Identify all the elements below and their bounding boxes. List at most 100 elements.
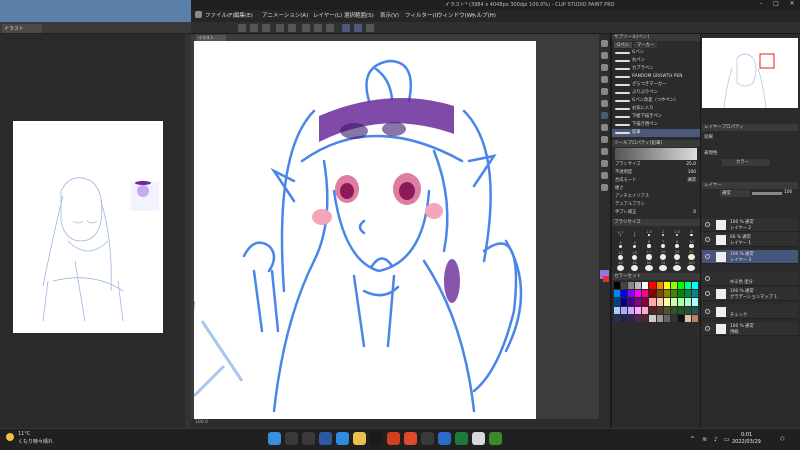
color-swatch[interactable] [677,314,684,322]
layer-opacity-slider[interactable] [752,192,782,195]
expression-color-select[interactable]: カラー [722,159,770,166]
color-swatch[interactable] [628,306,635,314]
color-swatch[interactable] [670,282,677,290]
color-swatch[interactable] [642,282,649,290]
clock-time[interactable]: 0:01 [741,432,752,438]
settings-icon[interactable] [421,432,434,445]
brush-item[interactable]: 下絵下描きペン [612,113,700,121]
color-swatch[interactable] [621,298,628,306]
color-swatch[interactable] [663,314,670,322]
size-preset[interactable]: 17 [642,250,655,260]
eye-icon[interactable] [705,222,710,227]
size-preset[interactable]: 60 [642,261,655,271]
color-swatch[interactable] [649,306,656,314]
color-swatch[interactable] [663,298,670,306]
size-preset[interactable]: 70 [657,261,670,271]
eye-icon[interactable] [705,309,710,314]
color-swatch[interactable] [656,282,663,290]
brush-item[interactable]: ざらつきマーカー [612,81,700,89]
color-swatch[interactable] [635,298,642,306]
prop-opacity[interactable]: 不透明度 100 [612,169,700,177]
eye-icon[interactable] [705,237,710,242]
redo-icon[interactable] [288,24,296,32]
snap-ruler-icon[interactable] [342,24,350,32]
zoom-tool-icon[interactable] [601,40,608,47]
color-swatch[interactable] [628,290,635,298]
office-icon[interactable] [387,432,400,445]
menu-view[interactable]: 表示(V) [380,11,399,19]
color-swatch[interactable] [614,314,621,322]
menu-edit[interactable]: 編集(E) [234,11,253,19]
size-preset[interactable]: 100 [685,261,698,271]
excel-icon[interactable] [455,432,468,445]
start-icon[interactable] [268,432,281,445]
clock-date[interactable]: 2022/03/29 [732,439,761,445]
line-icon[interactable] [489,432,502,445]
size-preset[interactable]: 0.7 [614,228,627,238]
color-swatch[interactable] [691,306,698,314]
weather-icon[interactable] [6,433,14,441]
color-swatch[interactable] [642,314,649,322]
eye-icon[interactable] [705,254,710,259]
color-swatch[interactable] [642,290,649,298]
color-swatch[interactable] [670,306,677,314]
color-swatch[interactable] [663,282,670,290]
wifi-icon[interactable]: ≋ [702,436,707,443]
color-swatch[interactable] [663,306,670,314]
pencil-tool-icon[interactable] [601,112,608,119]
layer-folder-row[interactable]: ゆる色 塗分 [702,272,798,286]
color-swatch[interactable] [614,290,621,298]
prop-hardness[interactable]: 硬さ [612,185,700,193]
prop-brush-size[interactable]: ブラシサイズ 25.0 [612,161,700,169]
size-preset[interactable]: 6 [642,239,655,249]
brush-item[interactable]: Gペン改変（つやペン） [612,97,700,105]
main-canvas[interactable] [188,41,536,425]
layer-row-selected[interactable]: 100 % 通常 レイヤー 3 [702,250,798,264]
layer-row[interactable]: チェック [702,305,798,319]
color-swatch[interactable] [684,298,691,306]
navigator-preview[interactable] [702,38,798,109]
snap-grid-icon[interactable] [366,24,374,32]
tiktok-icon[interactable] [370,432,383,445]
color-swatch[interactable] [663,290,670,298]
color-swatch[interactable] [649,298,656,306]
maximize-icon[interactable]: □ [769,0,783,10]
snap-special-ruler-icon[interactable] [354,24,362,32]
fill-tool-icon[interactable] [601,148,608,155]
transform-icon[interactable] [326,24,334,32]
selection-tool-icon[interactable] [601,76,608,83]
color-swatch[interactable] [677,298,684,306]
size-preset[interactable]: 80 [671,261,684,271]
size-preset[interactable]: 25 [671,250,684,260]
eraser-tool-icon[interactable] [601,136,608,143]
color-swatch[interactable] [677,306,684,314]
color-swatch[interactable] [684,290,691,298]
brush-item[interactable]: Gペン [612,49,700,57]
menu-selection[interactable]: 選択範囲(S) [344,11,374,19]
color-swatch[interactable] [628,314,635,322]
minimize-icon[interactable]: – [754,0,768,10]
powerpoint-icon[interactable] [404,432,417,445]
size-preset[interactable]: 1 [628,228,641,238]
color-swatch[interactable] [635,282,642,290]
color-swatch[interactable] [621,282,628,290]
brush-item[interactable]: ぶりぶりペン [612,89,700,97]
size-preset[interactable]: 7 [657,239,670,249]
color-swatch[interactable] [656,306,663,314]
color-swatch[interactable] [649,282,656,290]
size-preset[interactable]: 5 [628,239,641,249]
color-swatch[interactable] [656,314,663,322]
prop-antialias[interactable]: アンチエイリアス [612,193,700,201]
size-preset[interactable]: 40 [614,261,627,271]
color-swatch[interactable] [621,306,628,314]
eye-icon[interactable] [705,326,710,331]
color-swatch[interactable] [635,314,642,322]
prop-stabilization[interactable]: 手ブレ補正 0 [612,209,700,217]
clear-icon[interactable] [302,24,310,32]
menu-window[interactable]: ウィンドウ(W) [437,11,474,19]
color-set-grid[interactable] [614,282,698,322]
color-swatch[interactable] [691,298,698,306]
size-preset[interactable]: 10 [685,239,698,249]
size-preset[interactable]: 1.5 [642,228,655,238]
layer-row[interactable]: 100 % 通常 レイヤー 2 [702,218,798,232]
